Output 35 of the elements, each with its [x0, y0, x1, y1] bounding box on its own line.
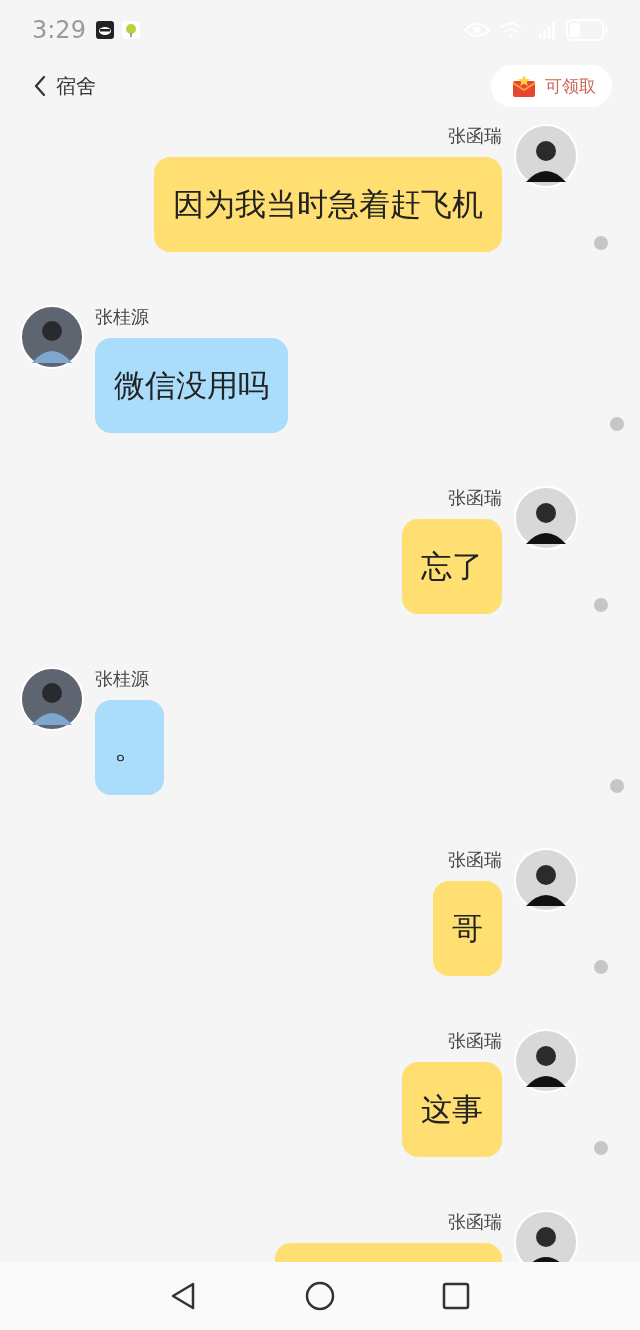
read-status-dot	[594, 598, 608, 612]
message-bubble: 因为我当时急着赶飞机	[154, 157, 502, 252]
sender-name: 张函瑞	[448, 486, 502, 510]
avatar[interactable]	[514, 124, 578, 188]
avatar[interactable]	[514, 486, 578, 550]
read-status-dot	[610, 417, 624, 431]
message-bubble: 哥	[433, 881, 502, 976]
back-button[interactable]: 宿舍	[34, 72, 96, 100]
sender-name: 张函瑞	[448, 124, 502, 148]
read-status-dot	[610, 779, 624, 793]
sender-name: 张桂源	[95, 305, 149, 329]
read-status-dot	[594, 1141, 608, 1155]
sender-name: 张函瑞	[448, 1029, 502, 1053]
app-notification-icon	[121, 21, 140, 39]
avatar[interactable]	[514, 1029, 578, 1093]
back-chevron-icon[interactable]	[34, 75, 46, 97]
message-bubble: 忘了	[402, 519, 502, 614]
recents-nav-icon[interactable]	[441, 1281, 471, 1311]
sender-name: 张桂源	[95, 667, 149, 691]
sender-name: 张函瑞	[448, 848, 502, 872]
app-notification-icon	[95, 21, 114, 39]
message-bubble: 微信没用吗	[95, 338, 288, 433]
message-bubble: 。	[95, 700, 164, 795]
read-status-dot	[594, 960, 608, 974]
gift-icon[interactable]	[511, 74, 537, 98]
avatar[interactable]	[514, 1210, 578, 1262]
read-status-dot	[594, 236, 608, 250]
sender-name: 张函瑞	[448, 1210, 502, 1234]
home-nav-icon[interactable]	[305, 1281, 335, 1311]
avatar[interactable]	[514, 848, 578, 912]
reward-button[interactable]: 可领取	[491, 65, 612, 107]
avatar[interactable]	[20, 305, 84, 369]
message-bubble: 这事	[402, 1062, 502, 1157]
status-time: 3:29	[32, 16, 86, 44]
avatar[interactable]	[20, 667, 84, 731]
